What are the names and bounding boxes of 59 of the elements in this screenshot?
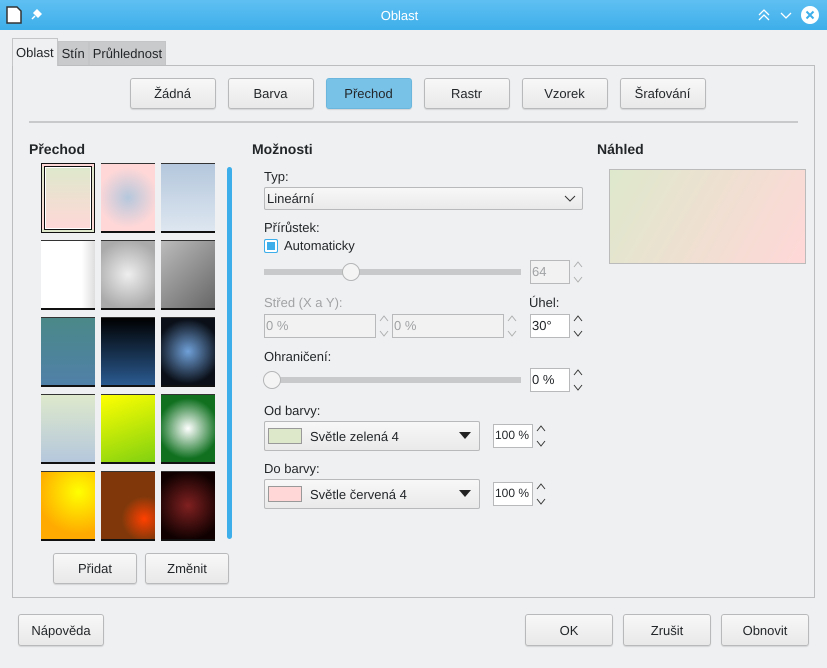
dialog-button[interactable]: Obnovit xyxy=(721,614,809,646)
gradient-swatch[interactable] xyxy=(101,163,155,233)
field-label: Úhel: xyxy=(529,295,560,310)
field-label: Přírůstek: xyxy=(264,220,321,235)
gradient-swatch[interactable] xyxy=(161,163,215,233)
gradient-action-button[interactable]: Přidat xyxy=(53,553,137,584)
gradient-swatch[interactable] xyxy=(41,163,95,233)
gradient-swatch[interactable] xyxy=(41,240,95,310)
spin-arrows-icon[interactable] xyxy=(536,423,546,449)
color-dropdown[interactable]: Světle zelená 4 xyxy=(264,421,480,451)
fill-type-button[interactable]: Rastr xyxy=(424,78,510,109)
gradient-swatch[interactable] xyxy=(101,240,155,310)
color-dropdown[interactable]: Světle červená 4 xyxy=(264,479,480,509)
gradient-action-button[interactable]: Změnit xyxy=(145,553,229,584)
spin-arrows-icon[interactable] xyxy=(536,481,546,507)
field-label: Do barvy: xyxy=(264,461,321,476)
scrollbar[interactable] xyxy=(227,167,232,539)
section-heading: Přechod xyxy=(29,141,86,157)
gradient-swatch[interactable] xyxy=(161,240,215,310)
gradient-swatch[interactable] xyxy=(161,317,215,387)
gradient-swatch[interactable] xyxy=(101,394,155,464)
gradient-swatch[interactable] xyxy=(161,471,215,541)
fill-type-button[interactable]: Šrafování xyxy=(620,78,706,109)
gradient-swatch[interactable] xyxy=(41,394,95,464)
fill-type-button[interactable]: Žádná xyxy=(130,78,216,109)
fill-type-button[interactable]: Barva xyxy=(228,78,314,109)
dialog-button[interactable]: OK xyxy=(525,614,613,646)
gradient-swatch[interactable] xyxy=(101,471,155,541)
dropdown-triangle-icon xyxy=(459,490,471,498)
spin-arrows-icon[interactable] xyxy=(573,313,583,339)
tab[interactable]: Průhlednost xyxy=(88,41,166,65)
type-dropdown[interactable]: Lineární xyxy=(264,187,583,210)
document-icon xyxy=(6,6,22,24)
slider-thumb[interactable] xyxy=(263,371,281,389)
spin-field[interactable]: 100 % xyxy=(493,482,533,506)
spin-field[interactable]: 0 % xyxy=(530,368,570,392)
gradient-swatch[interactable] xyxy=(41,317,95,387)
gradient-swatch[interactable] xyxy=(41,471,95,541)
field-label: Od barvy: xyxy=(264,403,322,418)
field-label: Ohraničení: xyxy=(264,349,332,364)
tab[interactable]: Oblast xyxy=(12,38,58,66)
fill-type-button[interactable]: Vzorek xyxy=(522,78,608,109)
spin-field[interactable]: 30° xyxy=(530,314,570,338)
checkbox-label: Automaticky xyxy=(284,238,355,253)
fill-type-button[interactable]: Přechod xyxy=(326,78,412,109)
section-heading: Náhled xyxy=(597,141,645,157)
tab[interactable]: Stín xyxy=(58,41,89,65)
field-label: Typ: xyxy=(264,169,290,184)
window-title: Oblast xyxy=(380,8,420,22)
gradient-swatch[interactable] xyxy=(101,317,155,387)
help-button[interactable]: Nápověda xyxy=(18,614,104,646)
gradient-swatch[interactable] xyxy=(161,394,215,464)
spin-arrows-icon[interactable] xyxy=(573,367,583,393)
chevron-down-icon xyxy=(564,194,576,202)
field-label: Střed (X a Y): xyxy=(264,295,343,310)
spin-field[interactable]: 100 % xyxy=(493,424,533,448)
section-heading: Možnosti xyxy=(252,141,314,157)
dropdown-triangle-icon xyxy=(459,432,471,440)
dialog-button[interactable]: Zrušit xyxy=(623,614,711,646)
